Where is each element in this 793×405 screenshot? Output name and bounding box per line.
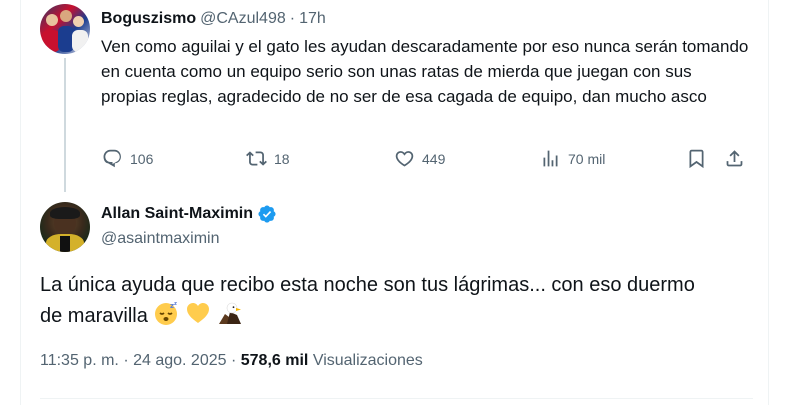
tweet-text-line-1: La única ayuda que recibo esta noche son…	[40, 274, 695, 296]
user-handle[interactable]: @asaintmaximin	[101, 230, 220, 248]
separator-dot: ·	[230, 352, 237, 369]
tweet-time[interactable]: 17h	[299, 10, 326, 28]
tweet-actions: 106 18 449 70 mil	[100, 148, 750, 174]
tweet-meta: 11:35 p. m. · 24 ago. 2025 · 578,6 mil V…	[40, 352, 423, 370]
avatar[interactable]	[40, 4, 90, 54]
tweet-time[interactable]: 11:35 p. m.	[40, 352, 119, 369]
display-name[interactable]: Allan Saint-Maximin	[101, 205, 253, 223]
avatar[interactable]	[40, 202, 90, 252]
views-label: Visualizaciones	[312, 352, 423, 369]
views-button[interactable]: 70 mil	[540, 148, 605, 169]
bookmark-button[interactable]	[686, 148, 707, 169]
analytics-icon	[543, 150, 558, 167]
separator-dot: ·	[289, 10, 296, 27]
reply-button[interactable]: 106	[102, 148, 153, 169]
reply-count: 106	[130, 150, 154, 167]
tweet-text: La única ayuda que recibo esta noche son…	[40, 270, 760, 331]
bookmark-icon	[689, 149, 704, 169]
like-count: 449	[422, 150, 446, 167]
tweet-date[interactable]: 24 ago. 2025	[133, 352, 226, 369]
reply-tweet-header: Boguszismo @CAzul498 · 17h	[101, 8, 326, 30]
share-icon	[726, 150, 743, 167]
views-count: 70 mil	[568, 150, 606, 167]
repost-icon	[246, 151, 267, 166]
eagle-emoji-icon	[218, 302, 241, 324]
repost-button[interactable]: 18	[246, 148, 290, 169]
like-button[interactable]: 449	[394, 148, 445, 169]
user-handle[interactable]: @CAzul498	[200, 10, 286, 28]
sleeping-face-emoji-icon: z z	[155, 301, 178, 325]
display-name[interactable]: Boguszismo	[101, 10, 196, 28]
divider	[40, 398, 753, 399]
reply-icon	[103, 149, 121, 168]
separator-dot: ·	[123, 352, 129, 369]
tweet-text-line-2: de maravilla	[40, 305, 148, 327]
tweet-text: Ven como aguilai y el gato les ayudan de…	[101, 37, 749, 106]
thread-line	[64, 58, 66, 192]
yellow-heart-emoji-icon	[186, 303, 209, 323]
share-button[interactable]	[724, 148, 745, 169]
verified-badge-icon[interactable]	[257, 204, 277, 224]
repost-count: 18	[274, 150, 290, 167]
views-count: 578,6 mil	[240, 352, 309, 369]
heart-icon	[395, 151, 414, 167]
main-tweet-author: Allan Saint-Maximin	[101, 204, 277, 224]
svg-text:z: z	[174, 301, 177, 307]
